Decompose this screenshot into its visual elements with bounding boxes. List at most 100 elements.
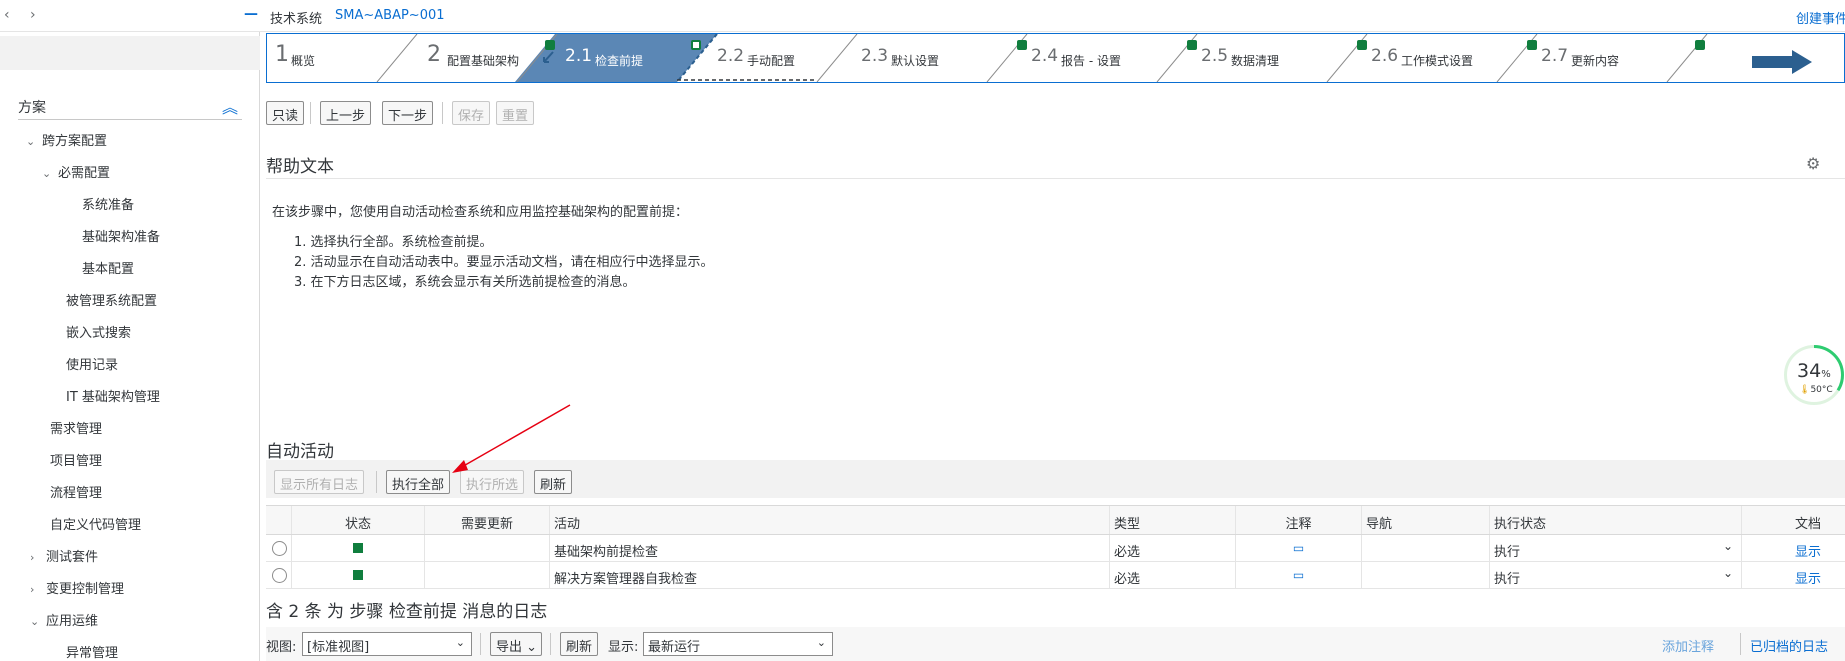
show-doc-link[interactable]: 显示 — [1795, 572, 1821, 587]
step-default-settings[interactable]: 2.3 默认设置 — [857, 34, 1027, 82]
note-icon[interactable]: ▭ — [1293, 541, 1304, 555]
step-label: 概览 — [291, 54, 316, 68]
step-data-cleanup[interactable]: 2.5 数据清理 — [1197, 34, 1367, 82]
step-manual-config[interactable]: 2.2 手动配置 — [717, 34, 857, 82]
step-number: 1 — [275, 42, 289, 67]
step-work-mode[interactable]: 2.6 工作模式设置 — [1367, 34, 1537, 82]
show-select[interactable]: 最新运行 ⌄ — [643, 632, 833, 656]
row-needs-update — [425, 535, 550, 561]
table-row[interactable]: 基础架构前提检查 必选 ▭ 执行 ⌄ 显示 — [266, 535, 1845, 562]
sidebar: 方案 ︽ ⌄ 跨方案配置 ⌄ 必需配置 系统准备 基础架构准备 基本配置 被管理系统… — [0, 32, 260, 661]
step-configure-infra[interactable]: 2 配置基础架构 — [417, 34, 557, 82]
chevron-down-icon[interactable]: ⌄ — [817, 636, 826, 649]
sidebar-section-title: 方案 — [18, 100, 46, 116]
top-bar: ‹ › — 技术系统 SMA~ABAP~001 创建事件 — [0, 0, 1845, 32]
row-nav — [1362, 535, 1490, 561]
step-label: 报告 - 设置 — [1061, 54, 1121, 68]
exec-status-select[interactable]: 执行 ⌄ — [1490, 562, 1742, 588]
table-row[interactable]: 解决方案管理器自我检查 必选 ▭ 执行 ⌄ 显示 — [266, 562, 1845, 589]
help-steps: 1. 选择执行全部。系统检查前提。 2. 活动显示在自动活动表中。要显示活动文档… — [294, 233, 714, 293]
sidebar-section-header[interactable]: 方案 ︽ — [18, 94, 242, 120]
tree-item-label: 应用运维 — [46, 614, 99, 629]
tree-item-label: 嵌入式搜索 — [66, 326, 132, 341]
step-status-dot — [1527, 40, 1537, 50]
chevron-down-icon[interactable]: ⌄ — [42, 167, 58, 180]
row-radio[interactable] — [272, 541, 287, 556]
auto-activities-title: 自动活动 — [266, 442, 334, 462]
tree-item-embedded-search[interactable]: 嵌入式搜索 — [66, 322, 131, 341]
row-status — [292, 535, 425, 561]
readonly-button[interactable]: 只读 — [266, 101, 305, 125]
tree-item-required-config[interactable]: ⌄ 必需配置 — [42, 162, 110, 181]
system-value-link[interactable]: SMA~ABAP~001 — [335, 8, 445, 23]
step-label: 检查前提 — [595, 54, 644, 68]
tree-item-managed-system[interactable]: 被管理系统配置 — [66, 290, 157, 309]
log-refresh-button[interactable]: 刷新 — [560, 632, 599, 656]
tree-item-label: 需求管理 — [50, 422, 103, 437]
add-note-link[interactable]: 添加注释 — [1662, 636, 1714, 655]
tree-item-change-control[interactable]: › 变更控制管理 — [30, 578, 124, 597]
tree-item-cross-scenario[interactable]: ⌄ 跨方案配置 — [26, 130, 107, 149]
create-event-link[interactable]: 创建事件 — [1796, 8, 1845, 27]
chevron-down-icon[interactable]: ⌄ — [456, 636, 465, 649]
row-radio[interactable] — [272, 568, 287, 583]
export-button[interactable]: 导出 ⌄ — [490, 632, 542, 656]
step-check-prereq[interactable]: 2.1 检查前提 — [557, 34, 707, 82]
chevron-right-icon[interactable]: › — [30, 551, 46, 564]
step-overview[interactable]: 1 概览 — [267, 34, 417, 82]
chevron-right-icon[interactable]: › — [30, 583, 46, 596]
gauge-percent: 34% — [1797, 360, 1831, 382]
tree-item-it-infra[interactable]: IT 基础架构管理 — [66, 386, 160, 405]
step-update-content[interactable]: 2.7 更新内容 — [1537, 34, 1707, 82]
step-status-dot — [1187, 40, 1197, 50]
show-all-logs-button[interactable]: 显示所有日志 — [274, 470, 365, 494]
step-number: 2.1 — [565, 46, 593, 66]
note-icon[interactable]: ▭ — [1293, 568, 1304, 582]
step-status-dot — [545, 40, 555, 50]
help-intro: 在该步骤中，您使用自动活动检查系统和应用监控基础架构的配置前提： — [272, 205, 689, 220]
header-select — [266, 506, 292, 534]
prev-step-button[interactable]: 上一步 — [320, 101, 372, 125]
tree-item-usage-log[interactable]: 使用记录 — [66, 354, 118, 373]
save-button[interactable]: 保存 — [452, 101, 491, 125]
chevron-down-icon[interactable]: ⌄ — [26, 135, 42, 148]
header-nav: 导航 — [1362, 506, 1490, 534]
row-note: ▭ — [1236, 562, 1362, 588]
exec-status-select[interactable]: 执行 ⌄ — [1490, 535, 1742, 561]
reset-button[interactable]: 重置 — [496, 101, 535, 125]
tree-item-basic-config[interactable]: 基本配置 — [82, 258, 134, 277]
row-note: ▭ — [1236, 535, 1362, 561]
chevron-down-icon[interactable]: ⌄ — [1723, 539, 1733, 553]
tree-item-label: 流程管理 — [50, 486, 103, 501]
archived-log-link[interactable]: 已归档的日志 — [1750, 636, 1828, 655]
gear-icon[interactable]: ⚙ — [1806, 154, 1820, 173]
tree-item-process[interactable]: 流程管理 — [50, 482, 102, 501]
chevron-down-icon[interactable]: ⌄ — [1723, 566, 1733, 580]
tree-item-app-ops[interactable]: ⌄ 应用运维 — [30, 610, 98, 629]
step-report-settings[interactable]: 2.4 报告 - 设置 — [1027, 34, 1197, 82]
tree-item-requirements[interactable]: 需求管理 — [50, 418, 102, 437]
collapse-icon[interactable]: ︽ — [222, 94, 238, 118]
show-doc-link[interactable]: 显示 — [1795, 545, 1821, 560]
chevron-down-icon[interactable]: ⌄ — [30, 615, 46, 628]
annotation-arrow — [452, 404, 571, 473]
toolbar-divider — [376, 471, 377, 493]
step-label: 手动配置 — [747, 54, 796, 68]
tree-item-label: 跨方案配置 — [42, 134, 108, 149]
tree-item-system-prep[interactable]: 系统准备 — [82, 194, 134, 213]
back-forward-icon[interactable]: ‹ › — [4, 7, 44, 23]
minimize-icon[interactable]: — — [244, 6, 258, 22]
row-select — [266, 535, 292, 561]
toolbar-divider — [480, 633, 481, 655]
header-type: 类型 — [1110, 506, 1236, 534]
tree-item-projects[interactable]: 项目管理 — [50, 450, 102, 469]
tree-item-infra-prep[interactable]: 基础架构准备 — [82, 226, 160, 245]
tree-item-test-suite[interactable]: › 测试套件 — [30, 546, 98, 565]
next-step-button[interactable]: 下一步 — [382, 101, 434, 125]
view-select[interactable]: [标准视图] ⌄ — [302, 632, 472, 656]
tree-item-exception-mgmt[interactable]: 异常管理 — [66, 642, 118, 661]
header-exec-status: 执行状态 — [1490, 506, 1742, 534]
row-activity: 基础架构前提检查 — [550, 535, 1110, 561]
tree-item-custom-code[interactable]: 自定义代码管理 — [50, 514, 141, 533]
exec-status-value: 执行 — [1494, 572, 1521, 587]
